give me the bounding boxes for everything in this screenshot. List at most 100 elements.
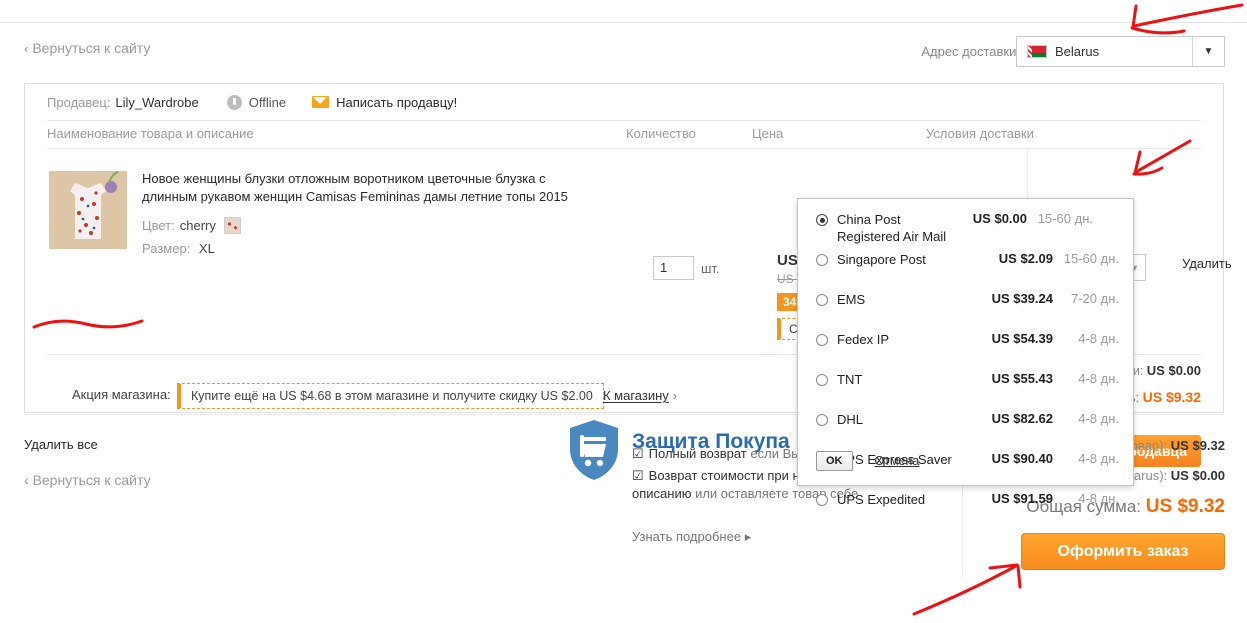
buyer-protection-line-1: ☑ Полный возврат если Вы: [632, 445, 801, 463]
product-title[interactable]: Новое женщины блузки отложным воротником…: [142, 170, 582, 206]
go-to-store-link[interactable]: К магазину ›: [603, 388, 677, 403]
total-shipping-line: larus): US $0.00: [1131, 468, 1225, 483]
color-swatch-icon[interactable]: [223, 217, 241, 234]
column-header-name: Наименование товара и описание: [47, 126, 254, 141]
total-items-line: товар): US $9.32: [1125, 438, 1225, 453]
shipping-option[interactable]: DHL US $82.62 4-8 дн.: [798, 411, 1133, 428]
grand-total-value: US $9.32: [1145, 496, 1225, 517]
store-promo-label: Акция магазина:: [72, 387, 171, 402]
shipping-option[interactable]: TNT US $55.43 4-8 дн.: [798, 371, 1133, 388]
delete-all-link[interactable]: Удалить все: [24, 437, 98, 452]
cancel-button[interactable]: Отмена: [875, 454, 920, 468]
offline-status-icon: [226, 94, 242, 110]
product-thumbnail[interactable]: [49, 171, 127, 249]
quantity-input[interactable]: 1: [653, 256, 694, 280]
shipping-option[interactable]: UPS Expedited US $91.59 4-8 дн.: [798, 491, 1133, 508]
chevron-left-icon: ‹: [24, 472, 29, 488]
summary-subtotal-line: ть: US $9.32: [1123, 389, 1201, 405]
buyer-protection-shield-icon: [568, 419, 620, 481]
shipping-option-days: 4-8 дн.: [1078, 491, 1119, 506]
radio-icon[interactable]: [816, 254, 828, 266]
column-header-quantity: Количество: [626, 126, 696, 141]
product-size-attribute: Размер: XL: [142, 241, 215, 256]
protection-line1-rest: если Вы: [750, 446, 801, 461]
radio-icon[interactable]: [816, 374, 828, 386]
checkbox-icon: ☑: [632, 468, 644, 483]
annotation-arrow-checkout: [912, 563, 1022, 616]
shipping-method-dropdown[interactable]: China Post Registered Air Mail US $0.00 15…: [797, 198, 1134, 507]
chevron-right-icon: ▸: [744, 529, 752, 544]
belarus-flag-icon: [1027, 45, 1047, 58]
seller-name[interactable]: Lily_Wardrobe: [115, 95, 198, 110]
summary-shipping-value: US $0.00: [1146, 363, 1201, 378]
shipping-option[interactable]: China Post Registered Air Mail US $0.00 15…: [798, 211, 1133, 245]
size-label: Размер:: [142, 241, 191, 256]
seller-status-label: Offline: [248, 94, 287, 110]
shipping-option[interactable]: Fedex IP US $54.39 4-8 дн.: [798, 331, 1133, 348]
envelope-icon: [312, 96, 330, 108]
dropdown-actions: OK Отмена: [816, 451, 919, 471]
shipping-option-days: 4-8 дн.: [1078, 371, 1119, 386]
store-promo-text: Купите ещё на US $4.68 в этом магазине и…: [191, 389, 593, 403]
store-promo-box: Купите ещё на US $4.68 в этом магазине и…: [177, 383, 604, 409]
shipping-option-name: DHL: [837, 412, 864, 427]
total-shipping-value: US $0.00: [1170, 468, 1225, 483]
radio-icon[interactable]: [816, 414, 828, 426]
radio-icon[interactable]: [816, 294, 828, 306]
shipping-option-days: 15-60 дн.: [1063, 251, 1119, 266]
shipping-option-price: US $54.39: [991, 331, 1053, 346]
summary-subtotal-value: US $9.32: [1142, 389, 1201, 405]
shipping-option-name: UPS Expedited: [837, 492, 926, 507]
contact-seller-link[interactable]: Написать продавцу!: [312, 95, 457, 110]
top-divider: [0, 22, 1247, 23]
product-image: [49, 171, 127, 249]
cart-page: ‹ Вернуться к сайту Адрес доставки: Belar…: [0, 0, 1247, 623]
shipping-option-days: 15-60 дн.: [1037, 211, 1093, 226]
shipping-option-name: TNT: [837, 372, 863, 387]
chevron-left-icon: ‹: [24, 41, 29, 56]
seller-status: Offline: [226, 94, 287, 110]
shipping-option-price: US $39.24: [991, 291, 1053, 306]
shipping-option-name: China Post Registered Air Mail: [837, 212, 947, 244]
back-to-site-link-top[interactable]: ‹ Вернуться к сайту: [24, 40, 150, 56]
back-to-site-link-bottom[interactable]: ‹ Вернуться к сайту: [24, 472, 151, 488]
shipping-option-days: 4-8 дн.: [1078, 411, 1119, 426]
seller-label: Продавец:: [47, 94, 111, 110]
column-header-shipping: Условия доставки: [926, 126, 1034, 141]
shipping-option-price: US $0.00: [972, 211, 1027, 226]
shipping-option-name: Fedex IP: [837, 332, 890, 347]
shipping-option[interactable]: Singapore Post US $2.09 15-60 дн.: [798, 251, 1133, 268]
shipping-option-name: Singapore Post: [837, 252, 926, 267]
column-header-price: Цена: [752, 126, 784, 141]
quantity-unit-label: шт.: [701, 261, 720, 276]
shipping-country-select[interactable]: Belarus ▼: [1016, 36, 1225, 67]
shipping-option-days: 7-20 дн.: [1070, 291, 1119, 306]
product-color-attribute: Цвет: cherry: [142, 217, 241, 234]
protection-line1-strong: Полный возврат: [648, 446, 747, 461]
radio-icon[interactable]: [816, 494, 828, 506]
checkout-button[interactable]: Оформить заказ: [1021, 533, 1225, 570]
ok-button[interactable]: OK: [816, 451, 853, 471]
radio-icon[interactable]: [816, 214, 828, 226]
shipping-address-label: Адрес доставки:: [921, 44, 1020, 59]
size-value: XL: [198, 241, 215, 256]
chevron-down-icon[interactable]: ▼: [1192, 37, 1224, 66]
shipping-option-price: US $90.40: [991, 451, 1053, 466]
back-to-site-label-bottom: Вернуться к сайту: [32, 472, 151, 488]
shipping-country-value: Belarus: [1055, 44, 1100, 59]
shipping-option-price: US $82.62: [991, 411, 1053, 426]
shipping-option-price: US $55.43: [991, 371, 1053, 386]
color-value: cherry: [179, 218, 216, 233]
shipping-option-days: 4-8 дн.: [1078, 451, 1119, 466]
go-to-store-label: К магазину: [603, 388, 669, 403]
annotation-arrow-country: [1130, 3, 1244, 35]
learn-more-link[interactable]: Узнать подробнее ▸: [632, 529, 751, 545]
shipping-option[interactable]: EMS US $39.24 7-20 дн.: [798, 291, 1133, 308]
chevron-right-icon: ›: [672, 388, 678, 403]
color-label: Цвет:: [142, 218, 175, 233]
total-items-value: US $9.32: [1170, 438, 1225, 453]
checkbox-icon: ☑: [632, 446, 644, 461]
total-shipping-label: larus):: [1131, 468, 1168, 483]
radio-icon[interactable]: [816, 334, 828, 346]
contact-seller-label: Написать продавцу!: [336, 94, 458, 110]
